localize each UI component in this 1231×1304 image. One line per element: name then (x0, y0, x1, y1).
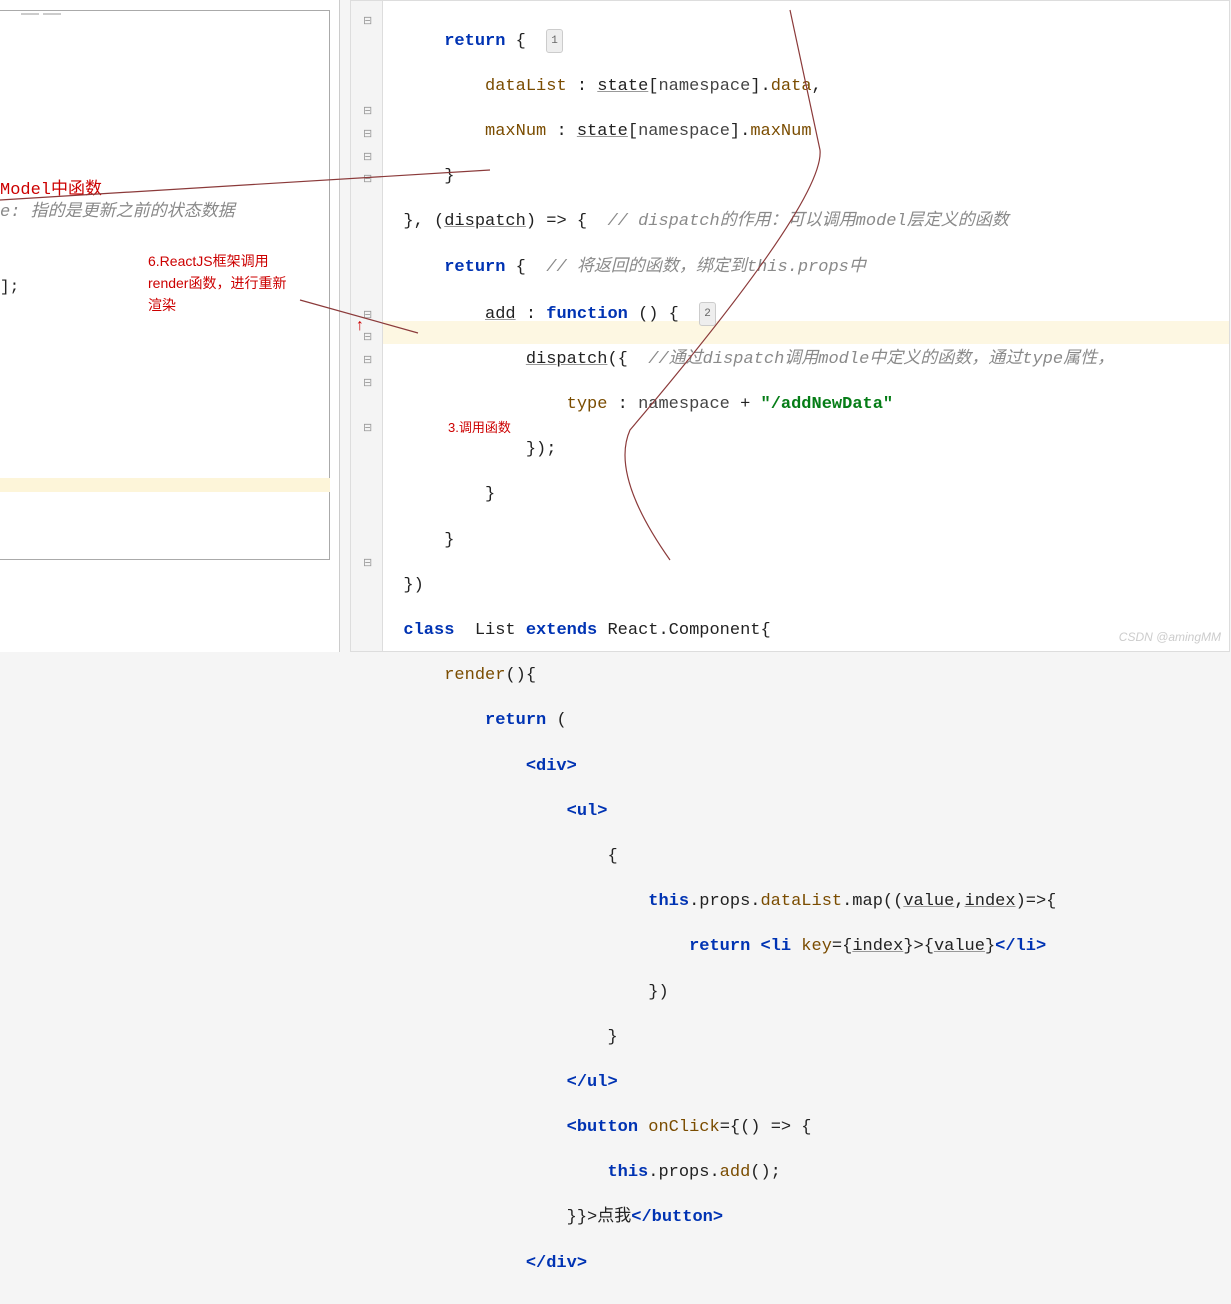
fold-icon[interactable]: ⊟ (363, 101, 372, 124)
closing-bracket: ]; (0, 278, 19, 296)
fold-icon[interactable]: ⊟ (363, 553, 372, 576)
fold-icon[interactable]: ⊟ (363, 169, 372, 192)
fold-icon[interactable]: ⊟ (363, 373, 372, 396)
fold-icon[interactable]: ⊟ (363, 350, 372, 373)
left-editor-panel: Model中函数 e: 指的是更新之前的状态数据 ]; 6.ReactJS框架调… (0, 0, 340, 652)
left-tabs (21, 13, 329, 15)
code-content[interactable]: return { 1 dataList : state[namespace].d… (383, 6, 1229, 1304)
left-code-snippet: Model中函数 e: 指的是更新之前的状态数据 (0, 180, 235, 224)
fold-icons: ⊟ ⊟ ⊟ ⊟ ⊟ ⊟ ⊟ ⊟ ⊟ ⊟ ⊟ (363, 11, 372, 576)
fold-icon[interactable]: ⊟ (363, 147, 372, 170)
arrow-up-icon: ↑ (355, 317, 365, 335)
model-function-label: Model中函数 (0, 180, 235, 202)
annotation-3: 3.调用函数 (448, 417, 511, 436)
state-comment: e: 指的是更新之前的状态数据 (0, 202, 235, 224)
inlay-hint: 2 (699, 302, 716, 327)
fold-icon[interactable]: ⊟ (363, 11, 372, 34)
tab-item[interactable] (21, 13, 39, 15)
annotation-6: 6.ReactJS框架调用render函数，进行重新渲染 (148, 250, 298, 316)
main-editor-panel: ⊟ ⊟ ⊟ ⊟ ⊟ ⊟ ⊟ ⊟ ⊟ ⊟ ⊟ ↑ 3.调用函数 return { … (350, 0, 1230, 652)
fold-icon[interactable]: ⊟ (363, 418, 372, 441)
tab-item[interactable] (43, 13, 61, 15)
left-highlight (0, 478, 330, 492)
fold-icon[interactable]: ⊟ (363, 124, 372, 147)
inlay-hint: 1 (546, 29, 563, 54)
